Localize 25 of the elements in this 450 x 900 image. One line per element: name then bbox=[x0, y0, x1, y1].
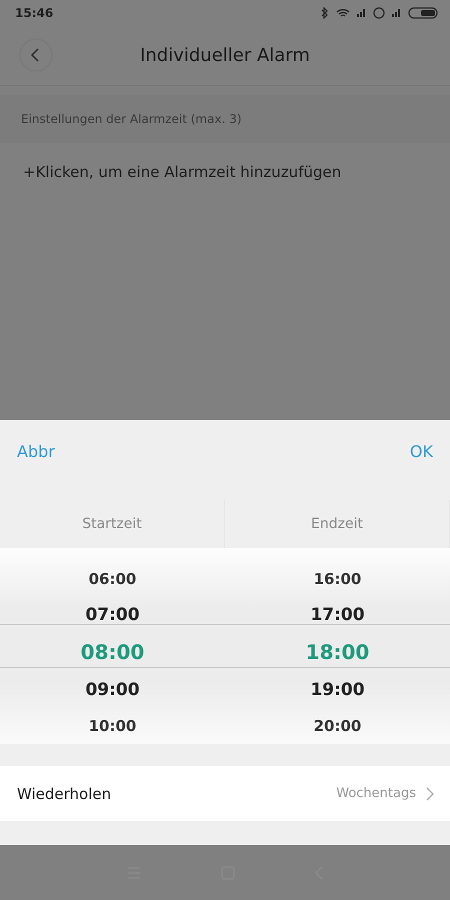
signal-icon bbox=[392, 8, 401, 16]
wifi-icon bbox=[336, 8, 350, 18]
section-label: Einstellungen der Alarmzeit (max. 3) bbox=[21, 112, 242, 126]
add-alarm-link[interactable]: +Klicken, um eine Alarmzeit hinzuzufügen bbox=[23, 163, 342, 181]
repeat-label: Wiederholen bbox=[17, 784, 112, 802]
time-option[interactable]: 20:00 bbox=[314, 708, 362, 744]
time-option[interactable]: 16:00 bbox=[314, 561, 362, 597]
chevron-right-icon bbox=[426, 786, 434, 800]
circle-icon bbox=[373, 6, 385, 18]
status-time: 15:46 bbox=[15, 6, 54, 20]
repeat-value: Wochentags bbox=[336, 786, 416, 801]
time-option[interactable]: 07:00 bbox=[85, 596, 140, 633]
repeat-row[interactable]: Wiederholen Wochentags bbox=[0, 766, 450, 821]
bluetooth-icon bbox=[321, 6, 329, 18]
column-heading: Startzeit bbox=[82, 516, 142, 532]
time-option[interactable]: 10:00 bbox=[88, 708, 136, 744]
time-option[interactable]: 17:00 bbox=[310, 596, 365, 633]
time-option[interactable]: 06:00 bbox=[88, 561, 136, 597]
signal-icon bbox=[357, 8, 366, 16]
time-option[interactable]: 19:00 bbox=[310, 672, 365, 708]
page-title: Individueller Alarm bbox=[140, 44, 310, 66]
battery-icon bbox=[408, 6, 438, 18]
back-button[interactable] bbox=[19, 38, 53, 72]
column-heading: Endzeit bbox=[311, 516, 363, 532]
time-option[interactable]: 09:00 bbox=[85, 672, 140, 708]
